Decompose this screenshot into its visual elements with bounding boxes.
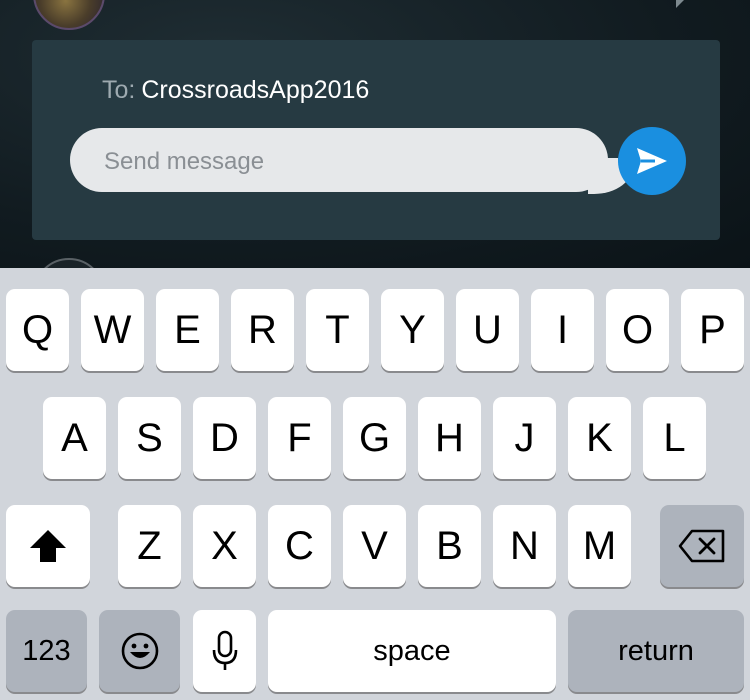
dictation-key[interactable] xyxy=(193,610,256,692)
avatar[interactable] xyxy=(33,258,105,268)
key-m[interactable]: M xyxy=(568,505,631,587)
backspace-icon xyxy=(678,529,725,563)
key-f[interactable]: F xyxy=(268,397,331,479)
emoji-icon xyxy=(121,632,158,670)
to-label: To: xyxy=(102,76,136,104)
message-input[interactable] xyxy=(102,144,586,180)
key-p[interactable]: P xyxy=(681,289,744,371)
numbers-key[interactable]: 123 xyxy=(6,610,87,692)
key-a[interactable]: A xyxy=(43,397,106,479)
shift-key[interactable] xyxy=(6,505,90,587)
space-key-label: space xyxy=(373,634,451,667)
key-g[interactable]: G xyxy=(343,397,406,479)
key-r[interactable]: R xyxy=(231,289,294,371)
key-j[interactable]: J xyxy=(493,397,556,479)
keyboard: Q W E R T Y U I O P A S D F G H J K L Z … xyxy=(0,268,750,700)
key-k[interactable]: K xyxy=(568,397,631,479)
key-l[interactable]: L xyxy=(643,397,706,479)
timeline-background: To: CrossroadsApp2016 xyxy=(0,0,750,268)
space-key[interactable]: space xyxy=(268,610,556,692)
key-t[interactable]: T xyxy=(306,289,369,371)
key-q[interactable]: Q xyxy=(6,289,69,371)
key-y[interactable]: Y xyxy=(381,289,444,371)
key-w[interactable]: W xyxy=(81,289,144,371)
key-v[interactable]: V xyxy=(343,505,406,587)
key-d[interactable]: D xyxy=(193,397,256,479)
avatar[interactable] xyxy=(33,0,105,30)
key-h[interactable]: H xyxy=(418,397,481,479)
return-key[interactable]: return xyxy=(568,610,744,692)
key-c[interactable]: C xyxy=(268,505,331,587)
send-icon xyxy=(637,148,667,174)
key-b[interactable]: B xyxy=(418,505,481,587)
recipient-name: CrossroadsApp2016 xyxy=(141,76,370,104)
key-z[interactable]: Z xyxy=(118,505,181,587)
emoji-key[interactable] xyxy=(99,610,180,692)
key-e[interactable]: E xyxy=(156,289,219,371)
direct-message-panel: To: CrossroadsApp2016 xyxy=(32,40,720,240)
key-i[interactable]: I xyxy=(531,289,594,371)
key-s[interactable]: S xyxy=(118,397,181,479)
return-key-label: return xyxy=(618,634,694,667)
numbers-key-label: 123 xyxy=(22,634,71,667)
send-button[interactable] xyxy=(618,127,686,195)
shift-icon xyxy=(30,530,66,562)
backspace-key[interactable] xyxy=(660,505,744,587)
key-x[interactable]: X xyxy=(193,505,256,587)
key-o[interactable]: O xyxy=(606,289,669,371)
microphone-icon xyxy=(212,630,237,670)
key-u[interactable]: U xyxy=(456,289,519,371)
chevron-right-icon[interactable] xyxy=(676,0,686,8)
recipient-line: To: CrossroadsApp2016 xyxy=(102,76,369,105)
key-n[interactable]: N xyxy=(493,505,556,587)
